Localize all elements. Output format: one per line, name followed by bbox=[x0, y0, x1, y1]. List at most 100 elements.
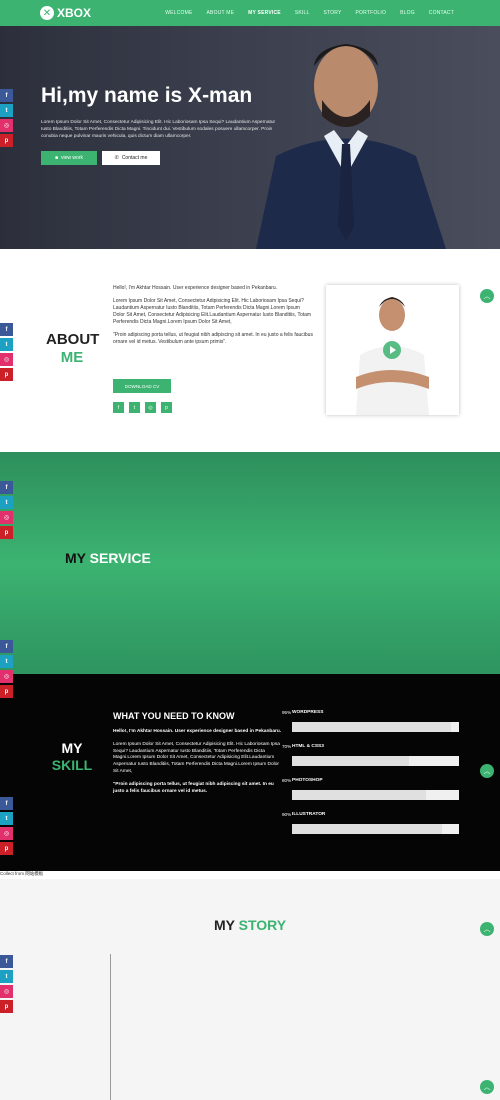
nav-link-welcome[interactable]: WELCOME bbox=[165, 10, 192, 16]
social-sidebar: f t ◎ p bbox=[0, 640, 13, 700]
twitter-icon[interactable]: t bbox=[0, 655, 13, 668]
twitter-icon[interactable]: t bbox=[129, 402, 140, 413]
instagram-icon[interactable]: ◎ bbox=[0, 353, 13, 366]
instagram-icon[interactable]: ◎ bbox=[0, 985, 13, 998]
about-title-line1: ABOUT bbox=[46, 331, 100, 348]
story-title-my: MY bbox=[214, 917, 235, 933]
pinterest-icon[interactable]: p bbox=[0, 134, 13, 147]
pinterest-icon[interactable]: p bbox=[0, 368, 13, 381]
scroll-top-button[interactable]: ︿ bbox=[480, 764, 494, 778]
skill-bar-fill bbox=[292, 790, 426, 800]
skill-heading: WHAT YOU NEED TO KNOW bbox=[113, 711, 235, 721]
skill-paragraph: Lorem Ipsum Dolor Sit Amet, Consectetur … bbox=[113, 741, 280, 774]
collect-note: Collect from 网站模板 bbox=[0, 871, 44, 876]
hero-section: Hi,my name is X-man Lorem Ipsum Dolor Si… bbox=[0, 26, 500, 249]
twitter-icon[interactable]: t bbox=[0, 970, 13, 983]
chevron-up-icon: ︿ bbox=[483, 926, 491, 933]
play-video-button[interactable] bbox=[383, 341, 401, 359]
twitter-icon[interactable]: t bbox=[0, 496, 13, 509]
skill-percent: 95% bbox=[282, 710, 292, 715]
contact-me-button[interactable]: ✆ Contact me bbox=[102, 151, 160, 165]
story-title: MY STORY bbox=[214, 917, 286, 933]
phone-icon: ✆ bbox=[114, 155, 119, 161]
skill-percent: 80% bbox=[282, 778, 292, 783]
skill-bar-row: 90% ILLUSTRATOR bbox=[282, 812, 460, 846]
service-title-my: MY bbox=[65, 550, 86, 566]
social-sidebar: f t ◎ p bbox=[0, 797, 13, 857]
skill-bar-track bbox=[292, 756, 459, 766]
pinterest-icon[interactable]: p bbox=[0, 685, 13, 698]
social-sidebar: f t ◎ p bbox=[0, 89, 13, 149]
nav-link-blog[interactable]: BLOG bbox=[400, 10, 415, 16]
skill-name: ILLUSTRATOR bbox=[292, 812, 326, 817]
logo[interactable]: ✕ XBOX bbox=[40, 6, 91, 20]
facebook-icon[interactable]: f bbox=[0, 481, 13, 494]
chevron-up-icon: ︿ bbox=[483, 768, 491, 775]
top-navbar: ✕ XBOX WELCOME ABOUT ME MY SERVICE SKILL… bbox=[0, 0, 500, 26]
skill-percent: 70% bbox=[282, 744, 292, 749]
facebook-icon[interactable]: f bbox=[113, 402, 124, 413]
nav-link-about[interactable]: ABOUT ME bbox=[207, 10, 235, 16]
view-work-label: view work bbox=[61, 155, 83, 161]
briefcase-icon: ■ bbox=[55, 155, 59, 161]
contact-me-label: Contact me bbox=[121, 155, 148, 161]
view-work-button[interactable]: ■ view work bbox=[41, 151, 97, 165]
about-quote: "Proin adipiscing porta tellus, ut feugi… bbox=[113, 332, 313, 345]
social-sidebar: f t ◎ p bbox=[0, 481, 13, 541]
skill-bar-track bbox=[292, 824, 459, 834]
skill-bar-row: 95% WORDPRESS bbox=[282, 710, 460, 744]
skill-bars: 95% WORDPRESS 70% HTML & CSS3 80% PHOTOS… bbox=[282, 710, 460, 846]
pinterest-icon[interactable]: p bbox=[0, 526, 13, 539]
nav-link-story[interactable]: STORY bbox=[323, 10, 341, 16]
instagram-icon[interactable]: ◎ bbox=[0, 511, 13, 524]
pinterest-icon[interactable]: p bbox=[0, 842, 13, 855]
skill-bar-row: 70% HTML & CSS3 bbox=[282, 744, 460, 778]
facebook-icon[interactable]: f bbox=[0, 640, 13, 653]
facebook-icon[interactable]: f bbox=[0, 797, 13, 810]
scroll-top-button[interactable]: ︿ bbox=[480, 289, 494, 303]
instagram-icon[interactable]: ◎ bbox=[0, 119, 13, 132]
logo-text: XBOX bbox=[57, 6, 92, 20]
instagram-icon[interactable]: ◎ bbox=[145, 402, 156, 413]
story-title-story: STORY bbox=[238, 917, 287, 933]
skill-title-line1: MY bbox=[61, 740, 83, 756]
facebook-icon[interactable]: f bbox=[0, 89, 13, 102]
skill-title-line2: SKILL bbox=[51, 757, 93, 773]
about-text: Hello!, I'm Akhtar Hossain. User experie… bbox=[113, 285, 313, 352]
nav-link-service[interactable]: MY SERVICE bbox=[248, 10, 281, 16]
skill-bar-row: 80% PHOTOSHOP bbox=[282, 778, 460, 812]
twitter-icon[interactable]: t bbox=[0, 338, 13, 351]
skill-quote: "Proin adipiscing porta tellus, ut feugi… bbox=[113, 781, 274, 794]
chevron-up-icon: ︿ bbox=[483, 293, 491, 300]
twitter-icon[interactable]: t bbox=[0, 812, 13, 825]
scroll-top-button[interactable]: ︿ bbox=[480, 922, 494, 936]
nav-link-skill[interactable]: SKILL bbox=[295, 10, 310, 16]
skill-bar-fill bbox=[292, 756, 409, 766]
twitter-icon[interactable]: t bbox=[0, 104, 13, 117]
social-sidebar: f t ◎ p bbox=[0, 323, 13, 383]
about-photo-card bbox=[326, 285, 459, 415]
skill-bar-track bbox=[292, 790, 459, 800]
instagram-icon[interactable]: ◎ bbox=[0, 827, 13, 840]
scroll-top-button[interactable]: ︿ bbox=[480, 1080, 494, 1094]
nav-link-portfolio[interactable]: PORTFOLIO bbox=[355, 10, 386, 16]
hero-text: Lorem Ipsum Dolor Sit Amet, Consectetur … bbox=[41, 120, 276, 139]
service-title: MY SERVICE bbox=[65, 550, 151, 566]
instagram-icon[interactable]: ◎ bbox=[0, 670, 13, 683]
skill-title: MY SKILL bbox=[51, 740, 93, 774]
pinterest-icon[interactable]: p bbox=[161, 402, 172, 413]
service-section: MY SERVICE bbox=[0, 452, 500, 674]
hero-title: Hi,my name is X-man bbox=[41, 84, 253, 107]
skill-bar-track bbox=[292, 722, 459, 732]
facebook-icon[interactable]: f bbox=[0, 323, 13, 336]
skill-name: WORDPRESS bbox=[292, 710, 324, 715]
pinterest-icon[interactable]: p bbox=[0, 1000, 13, 1013]
download-cv-button[interactable]: DOWNLOAD CV bbox=[113, 379, 171, 393]
about-section: ABOUT ME Hello!, I'm Akhtar Hossain. Use… bbox=[0, 249, 500, 452]
skill-name: HTML & CSS3 bbox=[292, 744, 324, 749]
facebook-icon[interactable]: f bbox=[0, 955, 13, 968]
skill-text: Hello!, I'm Akhtar Hossain. User experie… bbox=[113, 729, 283, 801]
nav-link-contact[interactable]: CONTACT bbox=[429, 10, 454, 16]
story-section: MY STORY bbox=[0, 879, 500, 1100]
story-timeline-line bbox=[110, 954, 111, 1100]
